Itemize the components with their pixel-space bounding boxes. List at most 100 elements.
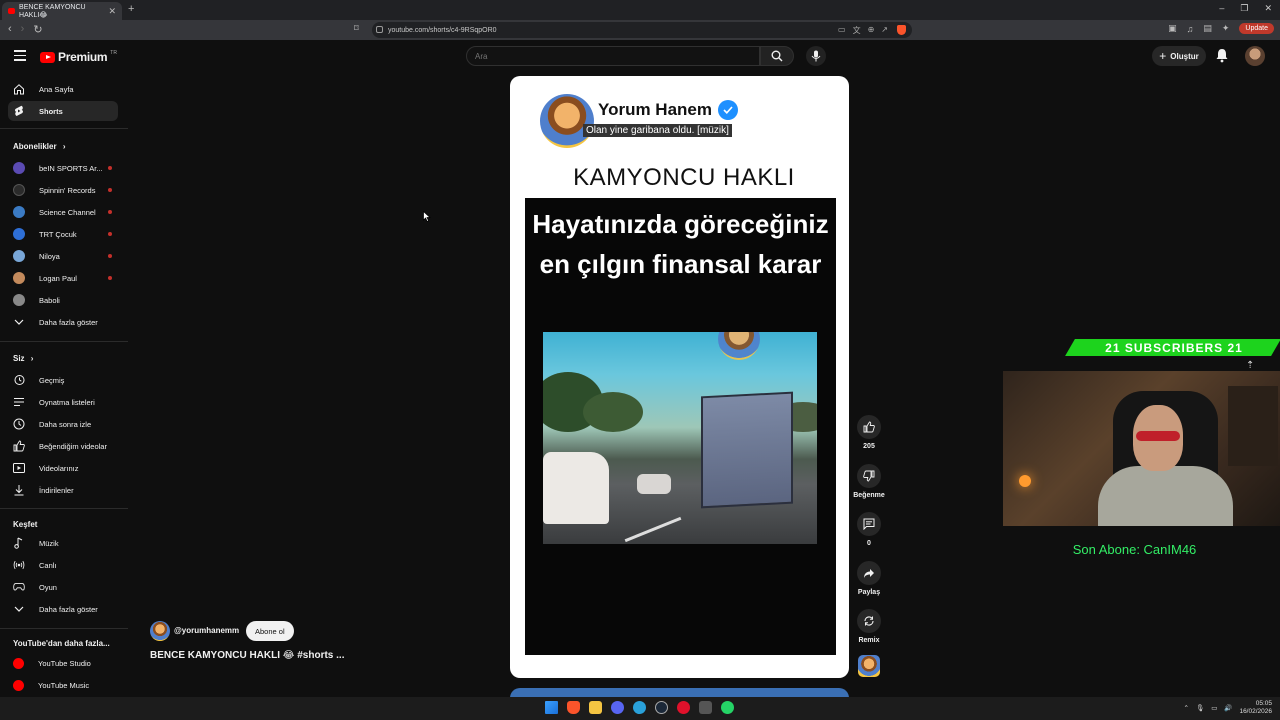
- dislike-button[interactable]: Beğenme: [853, 464, 885, 499]
- like-button[interactable]: 205: [856, 415, 882, 450]
- forward-icon[interactable]: ›: [21, 23, 25, 36]
- hamburger-menu-icon[interactable]: [14, 50, 26, 64]
- sidebar-item-subscription[interactable]: Spinnin' Records: [8, 180, 118, 200]
- bookmark-icon[interactable]: ⌑: [354, 23, 359, 34]
- overlay-channel-logo: [540, 94, 594, 148]
- discord-icon[interactable]: [611, 701, 624, 714]
- search-button[interactable]: [760, 46, 794, 66]
- address-bar[interactable]: youtube.com/shorts/c4-9RSqpOR0 ▭ 文 ⊕ ↗: [372, 22, 912, 38]
- download-icon: [13, 484, 25, 496]
- shorts-video-player[interactable]: Yorum Hanem Olan yine garibana oldu. [mü…: [510, 76, 849, 678]
- subscribe-button[interactable]: Abone ol: [246, 621, 294, 641]
- brave-shields-icon[interactable]: [897, 25, 906, 35]
- create-button[interactable]: + Oluştur: [1152, 46, 1206, 66]
- browser-tab[interactable]: BENCE KAMYONCU HAKLI😂 ✕: [2, 2, 122, 20]
- sidebar-item-youtube-music[interactable]: YouTube Music: [8, 675, 118, 695]
- notifications-bell-icon[interactable]: [1215, 48, 1229, 63]
- sidebar-item-gaming[interactable]: Oyun: [8, 577, 118, 597]
- sound-thumbnail[interactable]: [858, 655, 880, 677]
- restore-icon[interactable]: ❐: [1240, 3, 1248, 14]
- channel-avatar: [13, 206, 25, 218]
- steam-icon[interactable]: [655, 701, 668, 714]
- account-avatar[interactable]: [1245, 46, 1265, 66]
- file-explorer-icon[interactable]: [589, 701, 602, 714]
- sidebar-item-your-videos[interactable]: Videolarınız: [8, 458, 118, 478]
- sidebar-item-music[interactable]: Müzik: [8, 533, 118, 553]
- subscriber-banner-text: 21 SUBSCRIBERS 21: [1105, 341, 1243, 355]
- whatsapp-icon[interactable]: [721, 701, 734, 714]
- verified-badge-icon: [718, 100, 738, 120]
- app-icon[interactable]: [699, 701, 712, 714]
- cast-icon[interactable]: ▭: [838, 25, 846, 36]
- mic-tray-icon[interactable]: 🎙: [1196, 704, 1204, 712]
- leo-icon[interactable]: ✦: [1222, 23, 1230, 34]
- streamer-body: [1098, 466, 1233, 526]
- sidebar-item-youtube-studio[interactable]: YouTube Studio: [8, 653, 118, 673]
- sidebar-item-live[interactable]: Canlı: [8, 555, 118, 575]
- channel-handle[interactable]: @yorumhanemm: [174, 626, 239, 635]
- chevron-right-icon: ›: [30, 354, 34, 363]
- sidebar-item-subscription[interactable]: Science Channel: [8, 202, 118, 222]
- comments-button[interactable]: 0: [856, 512, 882, 547]
- youtube-studio-icon: [13, 657, 24, 669]
- sidebar-item-home[interactable]: Ana Sayfa: [8, 79, 118, 99]
- sidebar-item-subscription[interactable]: Baboli: [8, 290, 118, 310]
- subscriptions-heading[interactable]: Abonelikler ›: [13, 142, 65, 151]
- sidebar-item-subscription[interactable]: Niloya: [8, 246, 118, 266]
- sidebar-item-history[interactable]: Geçmiş: [8, 370, 118, 390]
- red-glasses: [1136, 431, 1180, 441]
- translate-icon[interactable]: 文: [853, 25, 861, 36]
- sidebar-item-subscription[interactable]: TRT Çocuk: [8, 224, 118, 244]
- windows-start-icon[interactable]: [545, 701, 558, 714]
- reload-icon[interactable]: ↻: [33, 23, 42, 36]
- show-more-label: Daha fazla göster: [39, 317, 98, 327]
- share-button[interactable]: Paylaş: [856, 561, 882, 596]
- channel-name: Niloya: [39, 251, 60, 261]
- tray-expand-icon[interactable]: ⌃: [1183, 704, 1188, 712]
- opera-icon[interactable]: [677, 701, 690, 714]
- media-icon[interactable]: ♫: [1187, 24, 1194, 34]
- channel-avatar[interactable]: [150, 621, 170, 641]
- show-more-subscriptions[interactable]: Daha fazla göster: [8, 312, 118, 332]
- sidebar-item-playlists[interactable]: Oynatma listeleri: [8, 392, 118, 412]
- share-icon: [857, 561, 881, 585]
- search-icon: [771, 50, 783, 62]
- volume-icon[interactable]: 🔊: [1224, 704, 1232, 712]
- clock[interactable]: 05:05 16/02/2026: [1239, 700, 1272, 716]
- remix-button[interactable]: Remix: [856, 609, 882, 644]
- sidebar-item-subscription[interactable]: Logan Paul: [8, 268, 118, 288]
- youtube-premium-logo[interactable]: Premium TR: [40, 50, 117, 64]
- sidebar-item-downloads[interactable]: İndirilenler: [8, 480, 118, 500]
- browser-tab-bar: BENCE KAMYONCU HAKLI😂 ✕ + – ❐ ✕: [0, 0, 1280, 20]
- back-icon[interactable]: ‹: [8, 23, 12, 36]
- close-window-icon[interactable]: ✕: [1264, 3, 1272, 14]
- update-button[interactable]: Update: [1239, 23, 1274, 34]
- windows-taskbar: ⌃ 🎙 ▭ 🔊 05:05 16/02/2026: [0, 697, 1280, 720]
- show-more-explore[interactable]: Daha fazla göster: [8, 599, 118, 619]
- sidebar-toggle-icon[interactable]: ▣: [1168, 23, 1177, 34]
- sidebar-item-subscription[interactable]: beIN SPORTS Ar...: [8, 158, 118, 178]
- create-label: Oluştur: [1170, 51, 1199, 61]
- brave-browser-icon[interactable]: [567, 701, 580, 714]
- arrow-up-icon[interactable]: ⇡: [1246, 360, 1254, 371]
- voice-search-button[interactable]: [806, 46, 826, 66]
- wallet-icon[interactable]: ▤: [1203, 23, 1212, 34]
- new-content-dot: [108, 276, 112, 280]
- channel-name: Logan Paul: [39, 273, 77, 283]
- close-tab-icon[interactable]: ✕: [108, 6, 116, 17]
- sidebar-item-label: YouTube Studio: [38, 658, 91, 668]
- new-tab-icon[interactable]: +: [128, 3, 134, 15]
- you-heading[interactable]: Siz ›: [13, 354, 33, 363]
- zoom-icon[interactable]: ⊕: [868, 25, 875, 36]
- network-icon[interactable]: ▭: [1211, 704, 1217, 712]
- sidebar-item-liked-videos[interactable]: Beğendiğim videolar: [8, 436, 118, 456]
- telegram-icon[interactable]: [633, 701, 646, 714]
- sidebar-item-watch-later[interactable]: Daha sonra izle: [8, 414, 118, 434]
- minimize-icon[interactable]: –: [1219, 3, 1224, 14]
- sidebar-item-label: Canlı: [39, 560, 57, 570]
- site-info-icon[interactable]: [376, 26, 383, 33]
- sidebar-item-shorts[interactable]: Shorts: [8, 101, 118, 121]
- shorts-icon: [13, 105, 25, 117]
- search-input[interactable]: [466, 46, 760, 66]
- share-page-icon[interactable]: ↗: [881, 25, 888, 36]
